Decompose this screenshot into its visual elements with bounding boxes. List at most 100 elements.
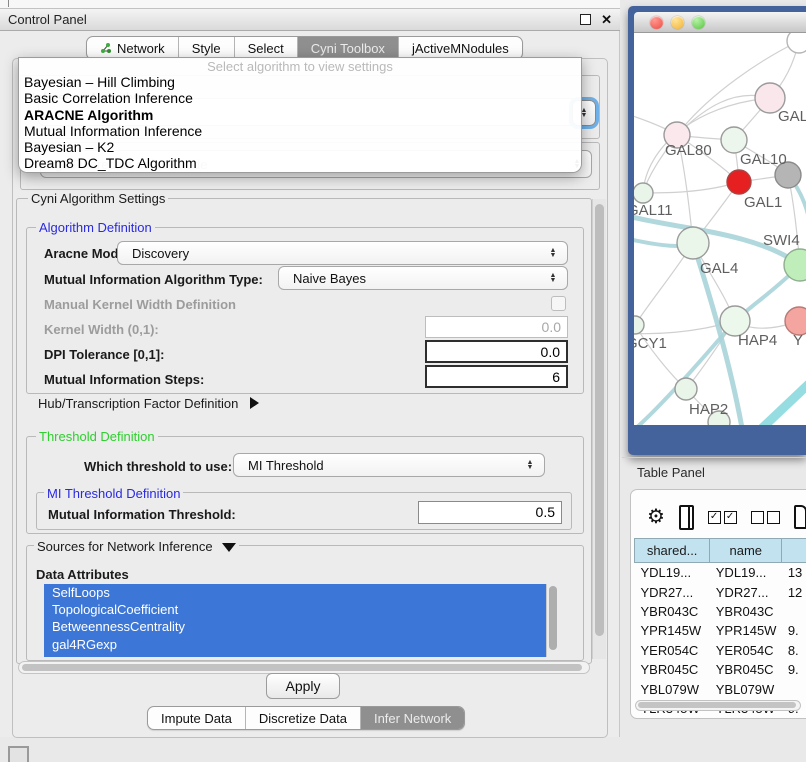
node-label: GAL10 <box>740 151 787 168</box>
table-cell[interactable]: YER054C <box>635 641 710 660</box>
mi-threshold-field[interactable]: 0.5 <box>418 501 562 524</box>
kernel-width-field[interactable]: 0.0 <box>425 316 568 338</box>
table-cell[interactable]: YBL079W <box>710 679 782 698</box>
network-node[interactable] <box>787 33 806 53</box>
table-cell[interactable]: 9 <box>782 718 806 719</box>
table-row[interactable]: YER054CYER054C8. <box>635 641 806 660</box>
attribute-item[interactable]: SelfLoops <box>44 584 546 601</box>
table-row[interactable]: YDL19...YDL19...13 <box>635 563 806 583</box>
network-node[interactable] <box>677 227 709 259</box>
manual-kernel-checkbox[interactable] <box>551 296 566 311</box>
table-cell[interactable]: YBR045C <box>635 660 710 679</box>
aracne-mode-value: Discovery <box>118 246 189 261</box>
which-threshold-combobox[interactable]: MI Threshold ▲▼ <box>233 453 545 477</box>
table-cell[interactable]: 8. <box>782 641 806 660</box>
table-cell[interactable]: 9. <box>782 621 806 640</box>
algorithm-option[interactable]: Basic Correlation Inference <box>19 90 581 106</box>
stepper-icon: ▲▼ <box>545 273 567 283</box>
attribute-item[interactable]: gal4RGexp <box>44 636 546 653</box>
column-header[interactable]: name <box>710 539 782 563</box>
table-cell[interactable]: YPR145W <box>635 621 710 640</box>
deselect-all-icon[interactable] <box>751 511 780 524</box>
gear-icon[interactable]: ⚙ <box>647 507 665 527</box>
list-scrollbar[interactable] <box>546 584 559 657</box>
tab-cyni-toolbox[interactable]: Cyni Toolbox <box>298 37 399 59</box>
table-row[interactable]: YDR27...YDR27...12 <box>635 582 806 601</box>
tab-label: Select <box>248 41 284 56</box>
algorithm-option[interactable]: Dream8 DC_TDC Algorithm <box>19 155 581 171</box>
select-all-icon[interactable]: ✓✓ <box>708 511 737 524</box>
scrollbar-thumb[interactable] <box>22 664 582 671</box>
tab-network[interactable]: Network <box>87 37 179 59</box>
scrollbar-thumb[interactable] <box>595 204 604 636</box>
table-row[interactable]: YIL052CYIL052C9 <box>635 718 806 719</box>
close-traffic-light[interactable] <box>650 16 663 29</box>
table-row[interactable]: YBL079WYBL079W <box>635 679 806 698</box>
zoom-traffic-light[interactable] <box>692 16 705 29</box>
table-cell[interactable] <box>782 679 806 698</box>
scrollbar-thumb[interactable] <box>638 702 796 708</box>
algorithm-option-selected[interactable]: ARACNE Algorithm <box>19 107 581 123</box>
table-cell[interactable]: 12 <box>782 582 806 601</box>
table-row[interactable]: YBR043CYBR043C <box>635 602 806 621</box>
sources-toggle[interactable]: Sources for Network Inference <box>34 539 239 554</box>
attribute-item[interactable]: TopologicalCoefficient <box>44 601 546 618</box>
network-canvas[interactable]: GALGAL80GAL10GAL1GAL11SWI4GAL4HAP4YGCY1H… <box>634 33 806 425</box>
tab-impute-data[interactable]: Impute Data <box>148 707 246 729</box>
grid-corner-icon[interactable] <box>8 746 29 762</box>
table-cell[interactable]: YER054C <box>710 641 782 660</box>
network-node[interactable] <box>785 307 806 335</box>
hub-definition-toggle[interactable]: Hub/Transcription Factor Definition <box>38 396 259 411</box>
table-panel: ⚙ ✓✓ shared... name YDL19...YDL19...13YD… <box>630 489 806 719</box>
export-table-icon[interactable] <box>794 505 806 529</box>
algorithm-option[interactable]: Bayesian – K2 <box>19 139 581 155</box>
mi-steps-field[interactable]: 6 <box>425 365 568 388</box>
table-cell[interactable]: YIL052C <box>710 718 782 719</box>
network-node[interactable] <box>721 127 747 153</box>
attribute-item[interactable]: BetweennessCentrality <box>44 618 546 635</box>
algorithm-option[interactable]: Mutual Information Inference <box>19 123 581 139</box>
network-node[interactable] <box>727 170 751 194</box>
tab-select[interactable]: Select <box>235 37 298 59</box>
network-node[interactable] <box>634 316 644 334</box>
table-cell[interactable]: YDL19... <box>635 563 710 583</box>
network-node[interactable] <box>634 183 653 203</box>
table-cell[interactable]: YIL052C <box>635 718 710 719</box>
table-cell[interactable]: YDR27... <box>710 582 782 601</box>
table-cell[interactable]: 9. <box>782 660 806 679</box>
tab-style[interactable]: Style <box>179 37 235 59</box>
table-horizontal-scrollbar[interactable] <box>635 700 801 711</box>
close-icon[interactable]: ✕ <box>601 13 612 26</box>
float-window-icon[interactable] <box>580 14 591 25</box>
apply-button[interactable]: Apply <box>266 673 340 699</box>
table-cell[interactable]: YBR043C <box>710 602 782 621</box>
table-row[interactable]: YBR045CYBR045C9. <box>635 660 806 679</box>
dpi-tolerance-field[interactable]: 0.0 <box>425 340 568 363</box>
tab-discretize-data[interactable]: Discretize Data <box>246 707 361 729</box>
column-header[interactable] <box>782 539 806 563</box>
network-node[interactable] <box>675 378 697 400</box>
columns-icon[interactable] <box>679 505 694 530</box>
table-cell[interactable]: YBR045C <box>710 660 782 679</box>
settings-vertical-scrollbar[interactable] <box>592 199 606 659</box>
node-label: GAL1 <box>744 194 782 211</box>
algorithm-option[interactable]: Bayesian – Hill Climbing <box>19 74 581 90</box>
table-cell[interactable]: YBL079W <box>635 679 710 698</box>
table-cell[interactable]: YBR043C <box>635 602 710 621</box>
dpi-tolerance-label: DPI Tolerance [0,1]: <box>44 347 164 362</box>
tab-infer-network[interactable]: Infer Network <box>361 707 464 729</box>
table-row[interactable]: YPR145WYPR145W9. <box>635 621 806 640</box>
which-threshold-value: MI Threshold <box>234 458 324 473</box>
column-header[interactable]: shared... <box>635 539 710 563</box>
minimize-traffic-light[interactable] <box>671 16 684 29</box>
table-cell[interactable]: 13 <box>782 563 806 583</box>
panel-title: Control Panel <box>8 12 87 27</box>
tab-jactivemnodules[interactable]: jActiveMNodules <box>399 37 522 59</box>
aracne-mode-combobox[interactable]: Discovery ▲▼ <box>117 241 568 265</box>
table-cell[interactable]: YDR27... <box>635 582 710 601</box>
mi-type-combobox[interactable]: Naive Bayes ▲▼ <box>278 266 568 290</box>
table-cell[interactable]: YDL19... <box>710 563 782 583</box>
scrollbar-thumb[interactable] <box>549 586 557 650</box>
table-cell[interactable] <box>782 602 806 621</box>
table-cell[interactable]: YPR145W <box>710 621 782 640</box>
